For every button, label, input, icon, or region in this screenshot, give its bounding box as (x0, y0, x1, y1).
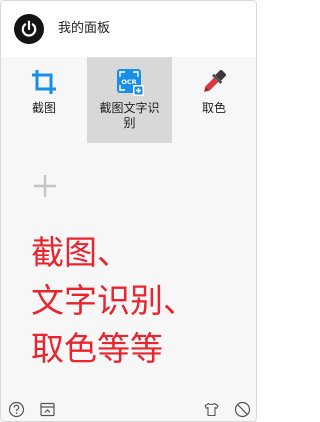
feature-caption-line: 文字识别、 (31, 281, 196, 320)
feature-caption-line: 截图、 (31, 233, 130, 272)
crop-icon (32, 70, 56, 94)
ocr-badge-text: OCR (121, 78, 136, 86)
panel-footer (1, 399, 256, 421)
power-button[interactable] (14, 14, 44, 44)
panel-title: 我的面板 (58, 21, 111, 36)
tool-bar: 截图 OCR 截图文字识别 取色 (1, 57, 256, 143)
color-picker-icon (204, 70, 226, 92)
tool-screenshot-ocr-label: 截图文字识别 (99, 101, 160, 130)
tool-color-picker-label: 取色 (201, 101, 226, 115)
power-icon (21, 20, 37, 37)
tool-screenshot-label: 截图 (31, 101, 56, 115)
disable-icon[interactable] (234, 401, 251, 418)
tool-screenshot[interactable]: 截图 (1, 57, 87, 143)
panel-toggle-icon[interactable] (39, 401, 56, 418)
help-icon[interactable] (8, 401, 25, 418)
tool-screenshot-ocr[interactable]: OCR 截图文字识别 (87, 57, 172, 143)
feature-caption: 截图、 文字识别、 取色等等 (31, 229, 246, 373)
panel-header: 我的面板 (1, 1, 256, 57)
ocr-icon: OCR (116, 69, 144, 96)
skin-icon[interactable] (203, 401, 220, 418)
tool-color-picker[interactable]: 取色 (172, 57, 256, 143)
feature-caption-line: 取色等等 (31, 329, 163, 368)
panel-window: 我的面板 截图 OCR 截图文字识别 取色 截图、 文字识别、 取色等等 (0, 0, 257, 422)
add-tool-icon[interactable] (32, 173, 58, 199)
